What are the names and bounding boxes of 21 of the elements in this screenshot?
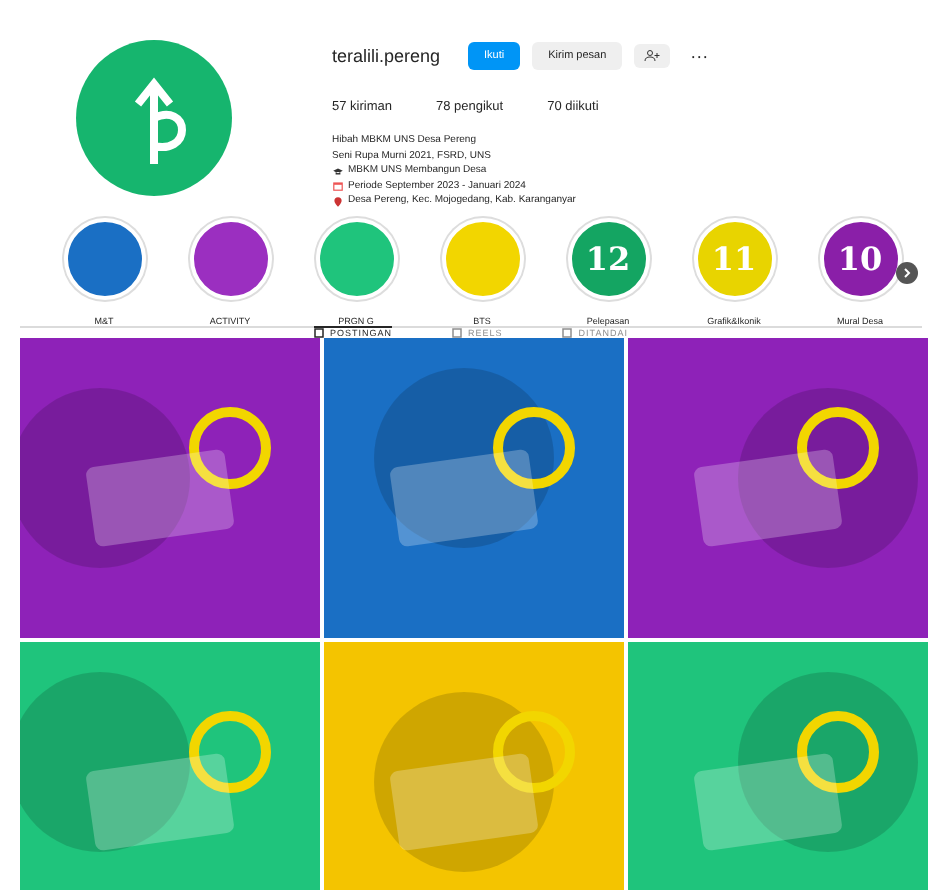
- post-thumbnail[interactable]: [20, 337, 320, 637]
- story-highlight[interactable]: 10: [819, 217, 901, 299]
- post-thumbnail[interactable]: [20, 641, 320, 890]
- next-arrow-button[interactable]: [896, 261, 918, 283]
- graduation-cap-icon: [332, 165, 344, 178]
- post-thumbnail[interactable]: [324, 337, 624, 637]
- tab-icon: [562, 327, 573, 337]
- add-person-icon: [644, 50, 661, 62]
- post-thumbnail[interactable]: [628, 337, 928, 637]
- add-person-button[interactable]: [634, 44, 671, 68]
- username: teralili.pereng: [332, 46, 441, 66]
- location-pin-icon: [332, 195, 344, 208]
- chevron-right-icon: [902, 267, 912, 277]
- tab-icon: [452, 327, 463, 337]
- more-options-button[interactable]: ···: [682, 46, 717, 66]
- calendar-icon: [332, 180, 344, 193]
- story-highlight[interactable]: [63, 217, 145, 299]
- story-highlight[interactable]: [189, 217, 271, 299]
- post-thumbnail[interactable]: [628, 641, 928, 890]
- post-thumbnail[interactable]: [324, 641, 624, 890]
- tab-icon: [314, 327, 325, 337]
